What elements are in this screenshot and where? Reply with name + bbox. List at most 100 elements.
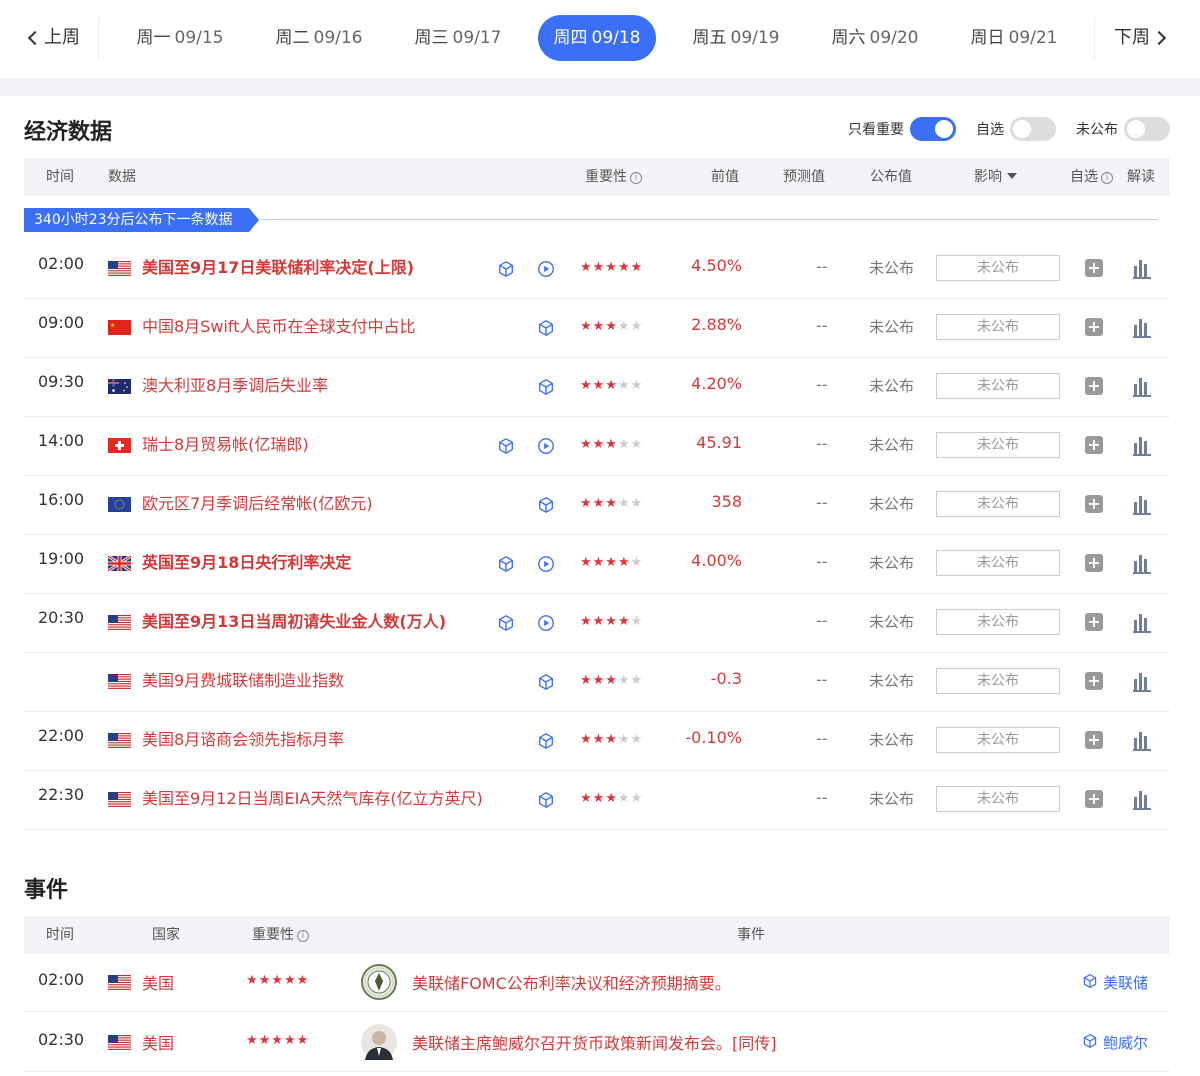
bar-chart-icon[interactable]: [1133, 375, 1151, 397]
day-date: 09/16: [313, 28, 363, 48]
info-icon[interactable]: i: [630, 172, 642, 184]
day-name: 周二: [275, 28, 310, 48]
filter-toggle[interactable]: 自选: [976, 117, 1056, 141]
cube-icon[interactable]: [497, 437, 515, 455]
info-icon[interactable]: i: [297, 930, 309, 942]
cube-icon[interactable]: [537, 378, 555, 396]
add-watch-button[interactable]: +: [1085, 554, 1103, 572]
col-country: 国家: [152, 927, 180, 943]
day-date: 09/18: [591, 28, 641, 48]
col-impact[interactable]: 影响: [974, 158, 1017, 196]
info-icon[interactable]: i: [1101, 172, 1113, 184]
bar-chart-icon[interactable]: [1133, 670, 1151, 692]
cube-icon[interactable]: [537, 496, 555, 514]
event-time: 02:30: [38, 1030, 85, 1049]
add-watch-button[interactable]: +: [1085, 495, 1103, 513]
add-watch-button[interactable]: +: [1085, 377, 1103, 395]
day-date: 09/17: [452, 28, 502, 48]
day-tab[interactable]: 周三 09/17: [399, 15, 517, 61]
flag-us-icon: [108, 1035, 131, 1050]
event-row[interactable]: 02:30 美国 ★★★★★ 美联储主席鲍威尔召开货币政策新闻发布会。[同传] …: [24, 1012, 1170, 1072]
econ-row[interactable]: 09:00 ★ 中国8月Swift人民币在全球支付中占比 ★★★★★ 2.88%…: [24, 299, 1170, 358]
play-icon[interactable]: [537, 437, 555, 455]
add-watch-button[interactable]: +: [1085, 613, 1103, 631]
bar-chart-icon[interactable]: [1133, 493, 1151, 515]
flag-us-icon: [108, 792, 131, 807]
bar-chart-icon[interactable]: [1133, 611, 1151, 633]
econ-row[interactable]: 14:00 瑞士8月贸易帐(亿瑞郎) ★★★★★ 45.91 -- 未公布 未公…: [24, 417, 1170, 476]
prev-week-button[interactable]: 上周: [26, 18, 80, 58]
day-date: 09/20: [869, 28, 919, 48]
bar-chart-icon[interactable]: [1133, 434, 1151, 456]
forecast-value: --: [816, 670, 828, 689]
econ-row[interactable]: 20:30 美国至9月13日当周初请失业金人数(万人) ★★★★★ -- 未公布…: [24, 594, 1170, 653]
bar-chart-icon[interactable]: [1133, 729, 1151, 751]
cube-icon[interactable]: [497, 555, 515, 573]
cube-icon[interactable]: [497, 614, 515, 632]
event-text[interactable]: 美联储FOMC公布利率决议和经济预期摘要。: [412, 970, 731, 994]
econ-row[interactable]: 02:00 美国至9月17日美联储利率决定(上限) ★★★★★ 4.50% --…: [24, 240, 1170, 299]
play-icon[interactable]: [537, 614, 555, 632]
add-watch-button[interactable]: +: [1085, 318, 1103, 336]
econ-row[interactable]: 09:30 澳大利亚8月季调后失业率 ★★★★★ 4.20% -- 未公布 未公…: [24, 358, 1170, 417]
econ-table-header: 时间 数据 重要性 i 前值 预测值 公布值 影响 自选 i 解读: [24, 158, 1170, 196]
toggle-switch[interactable]: [910, 117, 956, 141]
add-watch-button[interactable]: +: [1085, 731, 1103, 749]
econ-row[interactable]: 22:00 美国8月谘商会领先指标月率 ★★★★★ -0.10% -- 未公布 …: [24, 712, 1170, 771]
toggle-switch[interactable]: [1010, 117, 1056, 141]
indicator-name[interactable]: 瑞士8月贸易帐(亿瑞郎): [142, 431, 309, 455]
flag-eu-icon: [108, 497, 131, 512]
cube-icon[interactable]: [537, 319, 555, 337]
indicator-name[interactable]: 美国至9月13日当周初请失业金人数(万人): [142, 608, 446, 632]
indicator-name[interactable]: 英国至9月18日央行利率决定: [142, 549, 351, 573]
indicator-name[interactable]: 澳大利亚8月季调后失业率: [142, 372, 328, 396]
bar-chart-icon[interactable]: [1133, 552, 1151, 574]
play-icon[interactable]: [537, 260, 555, 278]
day-tab[interactable]: 周五 09/19: [677, 15, 795, 61]
add-watch-button[interactable]: +: [1085, 790, 1103, 808]
indicator-name[interactable]: 美国至9月17日美联储利率决定(上限): [142, 254, 414, 278]
event-tag-label: 鲍威尔: [1103, 1034, 1149, 1052]
event-row[interactable]: 02:00 美国 ★★★★★ 美联储FOMC公布利率决议和经济预期摘要。 美联储: [24, 952, 1170, 1012]
impact-box: 未公布: [936, 432, 1060, 458]
event-country: 美国: [142, 974, 175, 993]
filter-toggle[interactable]: 只看重要: [848, 117, 956, 141]
day-tab[interactable]: 周日 09/21: [955, 15, 1073, 61]
flag-us-icon: [108, 975, 131, 990]
indicator-name[interactable]: 美国至9月12日当周EIA天然气库存(亿立方英尺): [142, 785, 483, 809]
econ-row[interactable]: 19:00 英国至9月18日央行利率决定 ★★★★★ 4.00% -- 未公布 …: [24, 535, 1170, 594]
col-importance: 重要性 i: [252, 916, 309, 954]
econ-row[interactable]: 美国9月费城联储制造业指数 ★★★★★ -0.3 -- 未公布 未公布 +: [24, 653, 1170, 712]
bar-chart-icon[interactable]: [1133, 788, 1151, 810]
day-tab[interactable]: 周六 09/20: [816, 15, 934, 61]
event-tag[interactable]: 美联储: [1082, 972, 1148, 993]
add-watch-button[interactable]: +: [1085, 436, 1103, 454]
bar-chart-icon[interactable]: [1133, 316, 1151, 338]
day-tab[interactable]: 周一 09/15: [121, 15, 239, 61]
bar-chart-icon[interactable]: [1133, 257, 1151, 279]
indicator-name[interactable]: 中国8月Swift人民币在全球支付中占比: [142, 313, 416, 337]
flag-us-icon: [108, 674, 131, 689]
importance-stars: ★★★★★: [246, 973, 310, 988]
event-tag[interactable]: 鲍威尔: [1082, 1032, 1148, 1053]
cube-icon[interactable]: [537, 673, 555, 691]
event-country: 美国: [142, 1034, 175, 1053]
toggle-switch[interactable]: [1124, 117, 1170, 141]
econ-row[interactable]: 22:30 美国至9月12日当周EIA天然气库存(亿立方英尺) ★★★★★ --…: [24, 771, 1170, 830]
indicator-name[interactable]: 欧元区7月季调后经常帐(亿欧元): [142, 490, 373, 514]
add-watch-button[interactable]: +: [1085, 672, 1103, 690]
play-icon[interactable]: [537, 555, 555, 573]
day-tab[interactable]: 周二 09/16: [260, 15, 378, 61]
col-watch-label: 自选: [1070, 169, 1098, 185]
event-text[interactable]: 美联储主席鲍威尔召开货币政策新闻发布会。[同传]: [412, 1030, 777, 1054]
cube-icon[interactable]: [537, 791, 555, 809]
next-week-button[interactable]: 下周: [1114, 18, 1168, 58]
filter-toggle[interactable]: 未公布: [1076, 117, 1170, 141]
cube-icon[interactable]: [497, 260, 515, 278]
add-watch-button[interactable]: +: [1085, 259, 1103, 277]
day-tab[interactable]: 周四 09/18: [538, 15, 656, 61]
econ-row[interactable]: 16:00 欧元区7月季调后经常帐(亿欧元) ★★★★★ 358 -- 未公布 …: [24, 476, 1170, 535]
indicator-name[interactable]: 美国9月费城联储制造业指数: [142, 667, 344, 691]
indicator-name[interactable]: 美国8月谘商会领先指标月率: [142, 726, 344, 750]
cube-icon[interactable]: [537, 732, 555, 750]
